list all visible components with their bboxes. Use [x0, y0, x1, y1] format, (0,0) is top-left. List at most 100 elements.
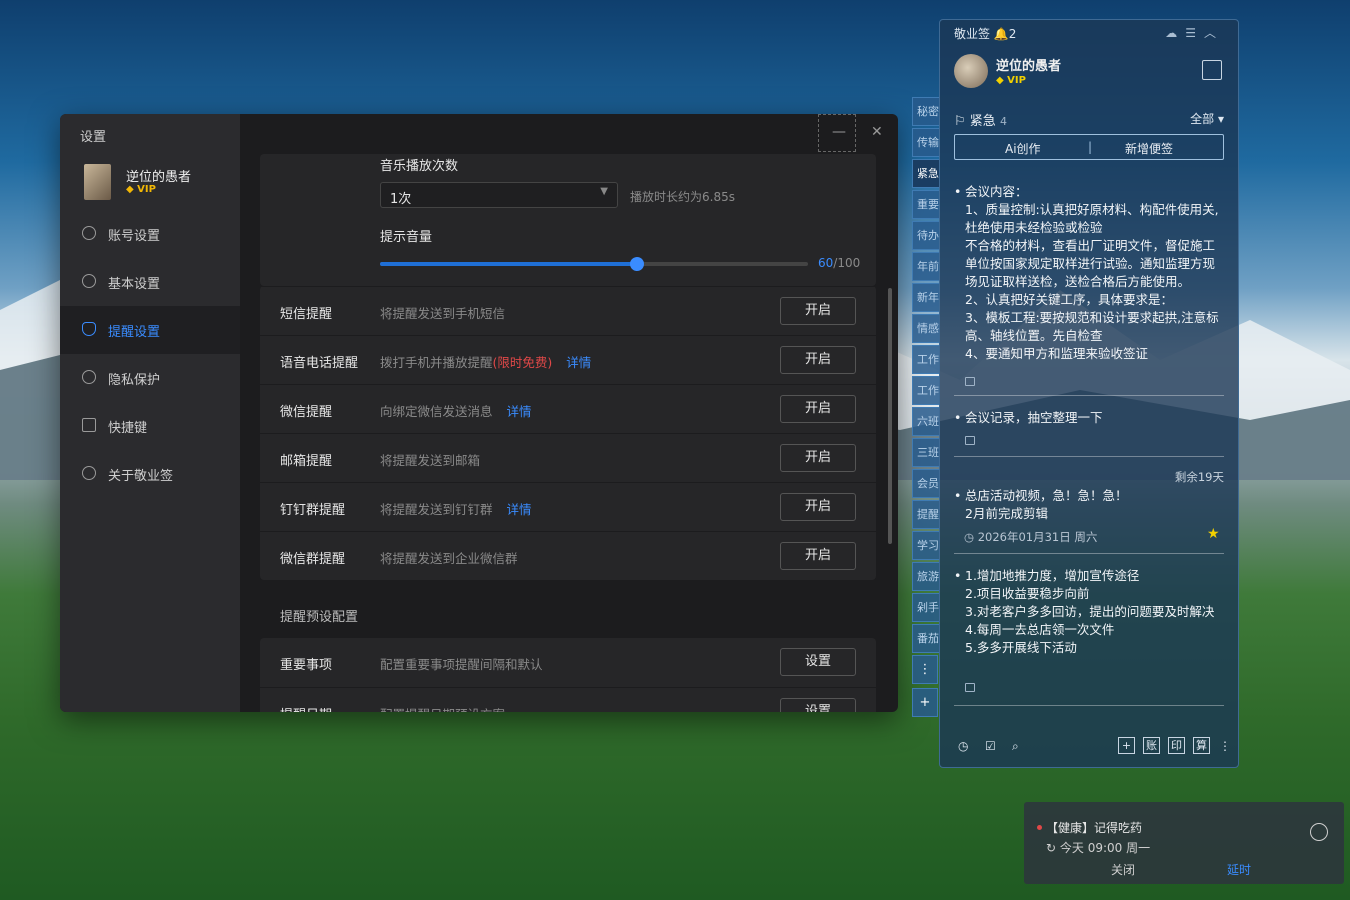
free-badge: (限时免费): [492, 355, 553, 370]
settings-user[interactable]: 逆位的愚者 ◆ VIP: [84, 164, 234, 200]
volume-slider[interactable]: [380, 257, 808, 271]
tab-category[interactable]: 新年: [912, 283, 940, 312]
preset-row-important: 重要事项 配置重要事项提醒间隔和默认 设置: [260, 638, 876, 687]
bell-icon: [82, 322, 96, 336]
lock-icon: [965, 377, 975, 386]
music-count-select[interactable]: 1次 ▼: [380, 182, 618, 208]
reminder-row-sms: 短信提醒 将提醒发送到手机短信 开启: [260, 286, 876, 336]
bell-icon: 🔔: [993, 27, 1009, 41]
print-button[interactable]: 印: [1168, 737, 1185, 754]
note-date: ◷ 2026年01月31日 周六: [964, 530, 1098, 544]
volume-slider-thumb[interactable]: [629, 257, 644, 271]
menu-icon: ☰: [1185, 26, 1204, 40]
note-item[interactable]: • 会议内容： 1、质量控制:认真把好原材料、构配件使用关,杜绝使用未经检验或检验…: [954, 183, 1226, 365]
avatar[interactable]: [954, 54, 988, 88]
volume-label: 提示音量: [380, 230, 433, 245]
sidebar-item-about[interactable]: 关于敬业签: [60, 450, 240, 498]
tab-category[interactable]: 学习: [912, 531, 940, 560]
toast-title: 【健康】记得吃药: [1046, 821, 1143, 835]
account-book-button[interactable]: 账: [1143, 737, 1160, 754]
cloud-icon: ☁: [1165, 26, 1186, 40]
note-actions: Ai创作 | 新增便签: [954, 134, 1224, 160]
preset-section-title: 提醒预设配置: [280, 610, 359, 625]
star-icon[interactable]: ★: [1207, 526, 1220, 542]
search-icon[interactable]: ⌕: [1012, 739, 1019, 754]
tab-category[interactable]: 番茄: [912, 624, 940, 653]
toast-close-button[interactable]: 关闭: [1111, 861, 1135, 878]
shield-icon: [82, 370, 96, 384]
email-enable-button[interactable]: 开启: [780, 444, 856, 472]
toast-time: ↻ 今天 09:00 周一: [1046, 841, 1151, 855]
filter-dropdown[interactable]: 全部 ▾: [1190, 110, 1224, 127]
toast-delay-button[interactable]: 延时: [1227, 861, 1251, 878]
reminder-row-wecom: 微信群提醒 将提醒发送到企业微信群 开启: [260, 531, 876, 581]
tab-category[interactable]: 秘密: [912, 97, 940, 126]
settings-window: 设置 逆位的愚者 ◆ VIP 账号设置 基本设置 提醒设置 隐私保护 快捷键 关…: [60, 114, 898, 712]
chevron-down-icon: ▼: [600, 186, 608, 197]
voice-enable-button[interactable]: 开启: [780, 346, 856, 374]
add-icon[interactable]: +: [1118, 737, 1135, 754]
clock-icon: ◷: [964, 530, 975, 544]
minimize-icon[interactable]: —: [832, 124, 846, 140]
tab-category[interactable]: 重要: [912, 190, 940, 219]
tab-category[interactable]: 三班: [912, 438, 940, 467]
sidebar-item-basic[interactable]: 基本设置: [60, 258, 240, 306]
tab-category[interactable]: 提醒: [912, 500, 940, 529]
music-count-label: 音乐播放次数: [380, 159, 459, 174]
tab-category[interactable]: 剁手: [912, 593, 940, 622]
volume-slider-fill: [380, 262, 637, 266]
divider: [954, 553, 1224, 554]
tab-category[interactable]: 年前: [912, 252, 940, 281]
tab-category[interactable]: 会员: [912, 469, 940, 498]
reminder-card: 短信提醒 将提醒发送到手机短信 开启 语音电话提醒 拨打手机并播放提醒(限时免费…: [260, 286, 876, 580]
add-category-icon[interactable]: +: [912, 688, 938, 717]
tab-category[interactable]: 工作: [912, 376, 940, 405]
tab-category[interactable]: 紧急: [912, 159, 940, 188]
vip-badge: ◆ VIP: [126, 184, 156, 195]
user-name: 逆位的愚者: [126, 170, 192, 185]
clock-icon[interactable]: ◷: [958, 739, 968, 753]
sms-enable-button[interactable]: 开启: [780, 297, 856, 325]
flag-icon: ⚐: [954, 114, 966, 129]
sidebar-item-shortcuts[interactable]: 快捷键: [60, 402, 240, 450]
sound-card: 音乐播放次数 1次 ▼ 播放时长约为6.85s 提示音量 60/100: [260, 154, 876, 286]
reminder-row-email: 邮箱提醒 将提醒发送到邮箱 开启: [260, 433, 876, 483]
preset-row-date: 提醒日期 配置提醒日期预设方案 设置: [260, 687, 876, 712]
more-icon[interactable]: ⋮: [912, 655, 938, 684]
title-actions[interactable]: ☁☰︿: [1165, 24, 1224, 41]
collapse-icon: ︿: [1203, 26, 1224, 40]
close-icon[interactable]: ✕: [871, 124, 883, 140]
tab-category[interactable]: 旅游: [912, 562, 940, 591]
settings-sidebar: 设置 逆位的愚者 ◆ VIP 账号设置 基本设置 提醒设置 隐私保护 快捷键 关…: [60, 114, 240, 712]
dingtalk-details-link[interactable]: 详情: [507, 502, 532, 517]
voice-details-link[interactable]: 详情: [566, 355, 591, 370]
sidebar-item-account[interactable]: 账号设置: [60, 210, 240, 258]
more-icon[interactable]: ⋮: [1219, 739, 1231, 753]
sidebar-item-reminders[interactable]: 提醒设置: [60, 306, 240, 354]
status-dot: [1037, 825, 1042, 830]
complete-icon[interactable]: [1310, 823, 1328, 841]
calendar-check-icon[interactable]: ☑: [985, 739, 996, 753]
reminder-row-dingtalk: 钉钉群提醒 将提醒发送到钉钉群 详情 开启: [260, 482, 876, 532]
divider: |: [1088, 140, 1093, 154]
preset-card: 重要事项 配置重要事项提醒间隔和默认 设置 提醒日期 配置提醒日期预设方案 设置: [260, 638, 876, 712]
sidebar-item-privacy[interactable]: 隐私保护: [60, 354, 240, 402]
tab-category[interactable]: 待办: [912, 221, 940, 250]
wechat-enable-button[interactable]: 开启: [780, 395, 856, 423]
sticky-notes-panel: 敬业签 🔔2 ☁☰︿ 逆位的愚者 ◆ VIP ⚐ 紧急 4 全部 ▾ Ai创作 …: [939, 19, 1239, 768]
tab-category[interactable]: 情感: [912, 314, 940, 343]
important-set-button[interactable]: 设置: [780, 648, 856, 676]
tab-category[interactable]: 六班: [912, 407, 940, 436]
ai-create-button[interactable]: Ai创作: [1005, 140, 1041, 157]
tab-category[interactable]: 工作: [912, 345, 940, 374]
scrollbar[interactable]: [888, 288, 892, 544]
calculator-button[interactable]: 算: [1193, 737, 1210, 754]
dingtalk-enable-button[interactable]: 开启: [780, 493, 856, 521]
calendar-icon[interactable]: [1202, 60, 1222, 80]
new-note-button[interactable]: 新增便签: [1125, 140, 1173, 157]
tab-category[interactable]: 传输: [912, 128, 940, 157]
divider: [954, 705, 1224, 706]
wecom-enable-button[interactable]: 开启: [780, 542, 856, 570]
wechat-details-link[interactable]: 详情: [507, 404, 532, 419]
date-set-button[interactable]: 设置: [780, 698, 856, 712]
